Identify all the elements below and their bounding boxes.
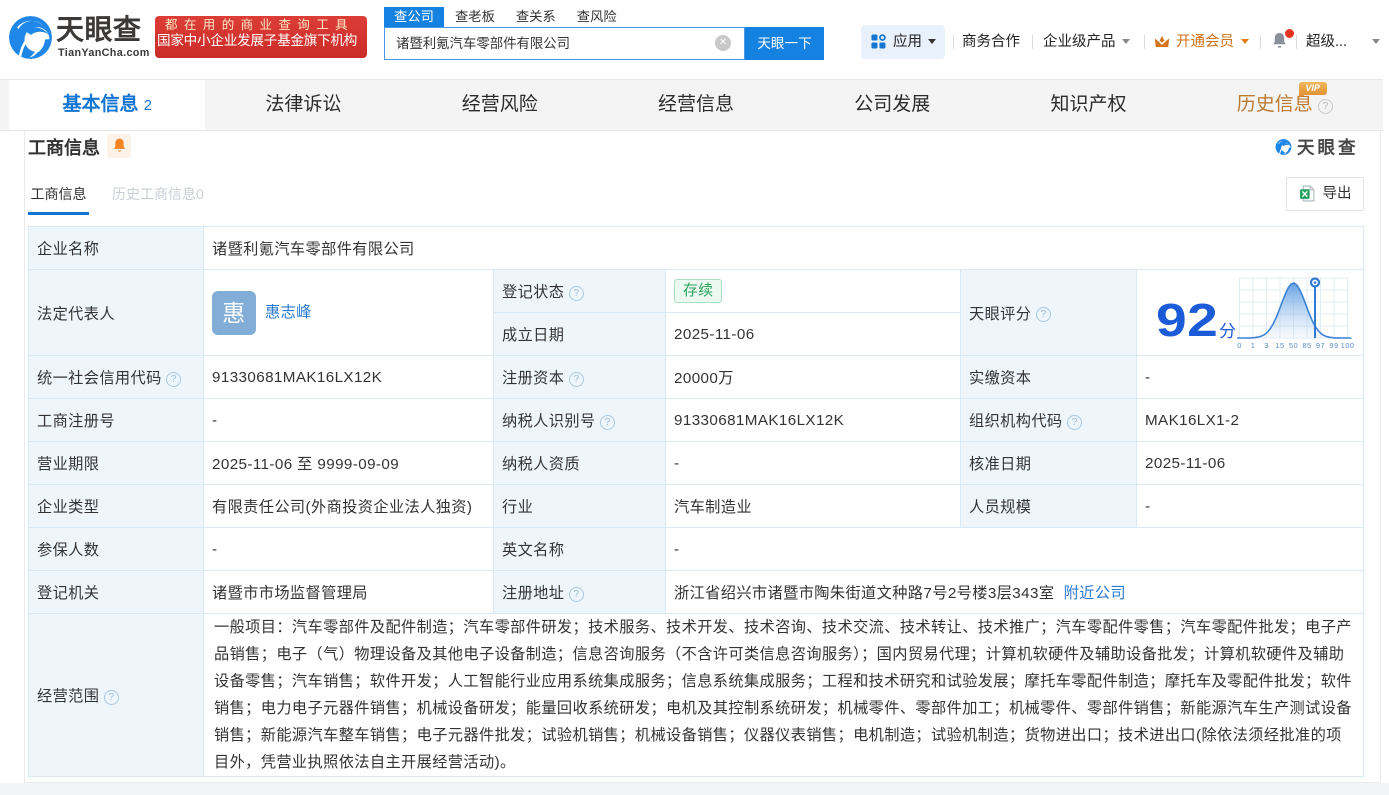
- svg-text:3: 3: [1264, 341, 1269, 350]
- svg-text:0: 0: [1237, 341, 1242, 350]
- svg-text:15: 15: [1275, 341, 1284, 350]
- svg-text:85: 85: [1302, 341, 1311, 350]
- svg-text:天眼查: 天眼查: [1297, 138, 1359, 158]
- svg-text:99: 99: [1329, 341, 1338, 350]
- svg-text:1: 1: [1251, 341, 1256, 350]
- svg-text:100: 100: [1341, 341, 1355, 350]
- svg-text:97: 97: [1316, 341, 1325, 350]
- svg-text:50: 50: [1289, 341, 1298, 350]
